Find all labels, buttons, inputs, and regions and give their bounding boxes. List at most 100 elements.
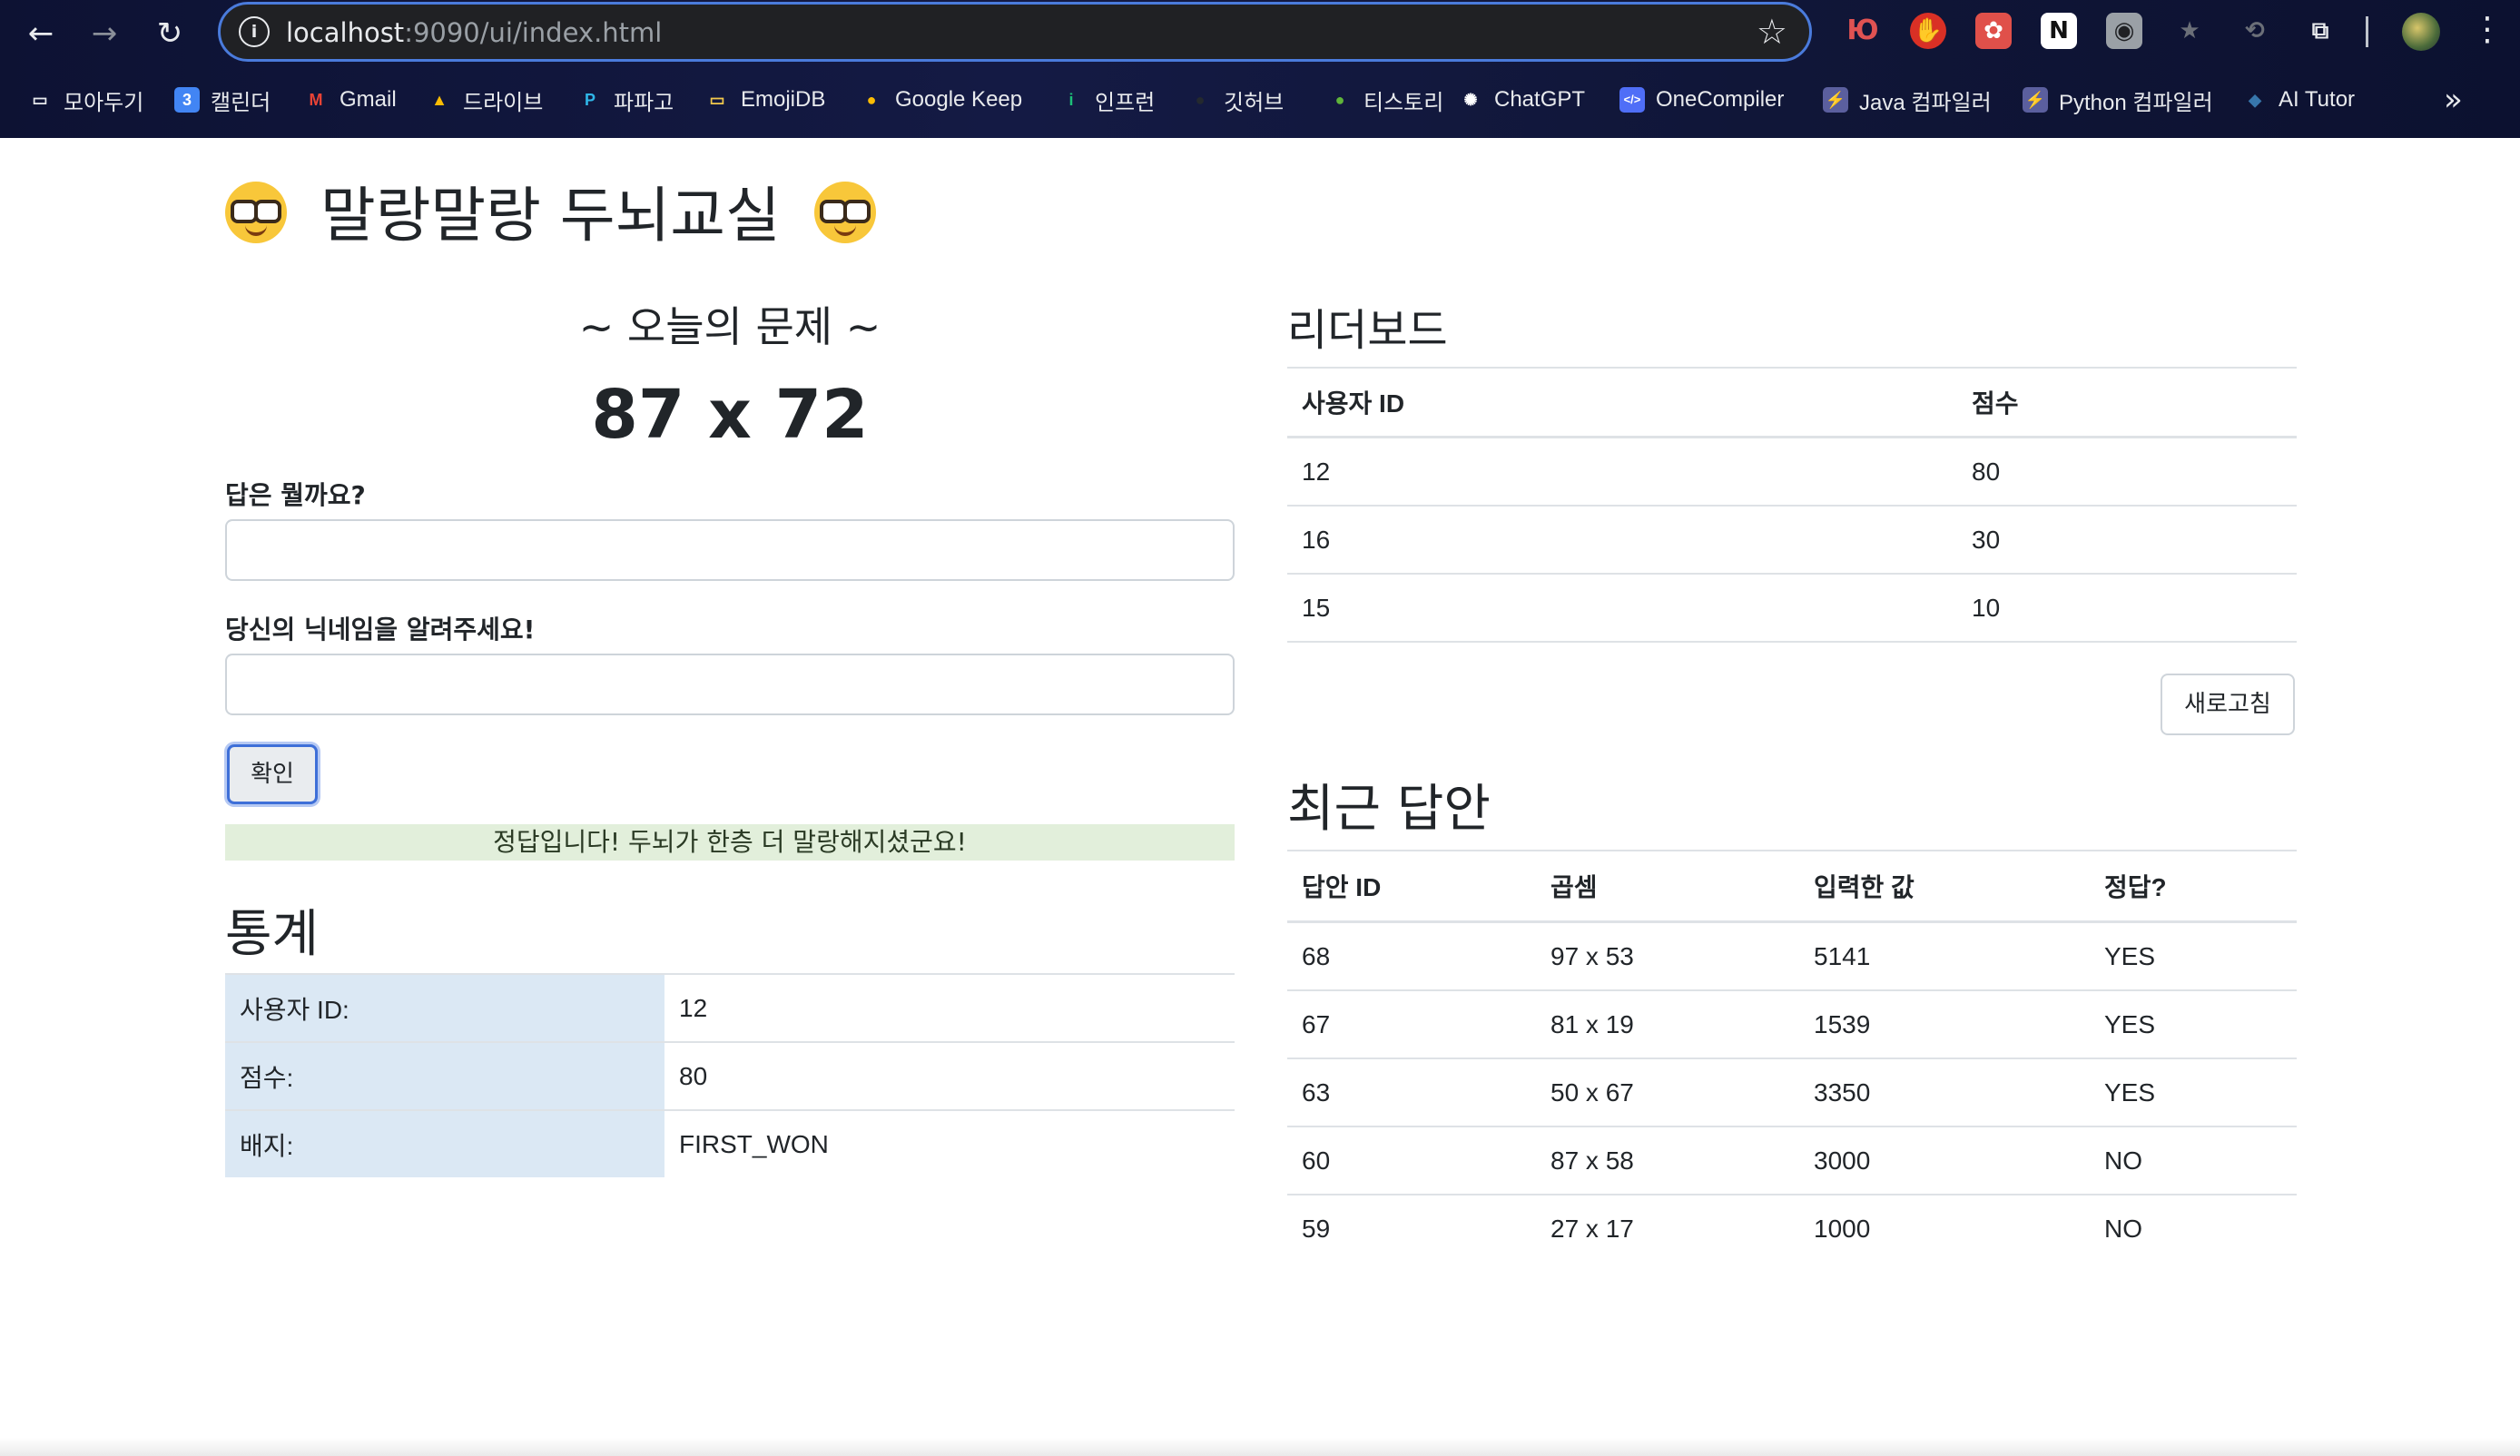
gmail-icon: M [309,91,323,109]
input-value-cell: 1539 [1799,990,2090,1059]
bookmark-star-icon[interactable]: ☆ [1757,12,1787,52]
bookmark-label: Gmail [340,87,397,112]
frog-icon: ● [1334,91,1345,109]
bookmark-item[interactable]: ▭ EmojiDB [704,84,825,116]
recent-answers-table: 답안 ID 곱셈 입력한 값 정답? 68 97 x 53 5141 YES 6… [1287,850,2297,1262]
reload-icon[interactable]: ↻ [147,11,192,56]
python-icon: ◆ [2249,91,2261,109]
bookmark-label: Google Keep [895,87,1023,112]
bookmark-item[interactable]: ⚡ Java 컴파일러 [1823,84,1992,116]
multiplication-cell: 97 x 53 [1536,921,1799,991]
bookmark-item[interactable]: P 파파고 [577,84,674,116]
bookmark-label: Java 컴파일러 [1859,90,1992,115]
bookmark-label: 인프런 [1095,90,1156,115]
url-text[interactable]: localhost:9090/ui/index.html [286,17,662,48]
bookmark-item[interactable]: ▲ 드라이브 [427,84,543,116]
bookmark-item[interactable]: ● 깃허브 [1187,84,1285,116]
bookmark-item[interactable]: </> OneCompiler [1619,84,1784,116]
bolt-icon: ⚡ [2023,87,2048,113]
bookmark-item[interactable]: ▭ 모아두기 [27,84,143,116]
inflearn-icon: i [1068,91,1074,109]
bookmark-item[interactable]: ◆ AI Tutor [2242,84,2355,116]
problem-expression: 87 x 72 [591,376,869,454]
nerd-face-icon [813,182,876,243]
papago-icon: P [584,91,596,109]
leaderboard-heading: 리더보드 [1287,305,1448,356]
star-extension-icon[interactable]: ★ [2171,13,2208,49]
nerd-face-icon [225,182,287,243]
profile-avatar[interactable] [2402,13,2440,51]
bookmark-item[interactable]: M Gmail [303,84,397,116]
table-row: 12 80 [1287,437,2297,507]
extension-hand-icon[interactable]: ✋ [1910,13,1946,49]
calendar-icon: 3 [174,87,200,113]
stats-row: 배지: FIRST_WON [225,1109,1235,1177]
correct-cell: YES [2090,990,2297,1059]
camera-icon[interactable]: ◉ [2106,13,2142,49]
table-row: 68 97 x 53 5141 YES [1287,921,2297,991]
correct-cell: YES [2090,921,2297,991]
stats-value: FIRST_WON [664,1109,1235,1177]
bookmarks-bar: ▭ 모아두기 3 캘린더 M Gmail ▲ 드라이브 P 파파고 ▭ EmojiDB ● Google … [0,76,2520,123]
table-row: 59 27 x 17 1000 NO [1287,1195,2297,1262]
puzzle-extensions-icon[interactable]: ⧉ [2302,13,2338,49]
table-header-row: 사용자 ID 점수 [1287,367,2297,438]
url-host: localhost [286,17,405,48]
multiplication-cell: 87 x 58 [1536,1126,1799,1195]
stats-key: 배지: [225,1109,664,1177]
extension-pattern-icon[interactable]: ✿ [1975,13,2012,49]
score-cell: 30 [1957,506,2297,575]
extension-yo-icon[interactable]: Ю [1845,13,1881,49]
bookmark-item[interactable]: ● Google Keep [859,84,1023,116]
url-path: :9090/ui/index.html [404,17,663,48]
stats-key: 점수: [225,1041,664,1110]
table-row: 16 30 [1287,506,2297,575]
answer-id-cell: 67 [1287,990,1536,1059]
user-id-cell: 16 [1287,506,1957,575]
stats-key: 사용자 ID: [225,973,664,1042]
nickname-input[interactable] [225,654,1235,715]
column-header: 사용자 ID [1287,367,1957,438]
kebab-menu-icon[interactable]: ⋮ [2471,11,2504,48]
stats-value: 12 [664,973,1235,1042]
notion-icon[interactable]: N [2041,13,2077,49]
bookmark-item[interactable]: ● 티스토리 [1327,84,1444,116]
input-value-cell: 3000 [1799,1126,2090,1195]
bolt-icon: ⚡ [1823,87,1848,113]
bookmark-label: 파파고 [614,90,674,115]
bookmark-label: 드라이브 [463,90,544,115]
user-id-cell: 15 [1287,574,1957,643]
correct-cell: NO [2104,1214,2142,1243]
stats-heading: 통계 [225,905,320,964]
confirm-button[interactable]: 확인 [227,744,318,804]
table-row: 15 10 [1287,574,2297,643]
page-title-text: 말랑말랑 두뇌교실 [320,181,781,251]
address-bar[interactable]: i localhost:9090/ui/index.html ☆ [218,2,1812,62]
site-info-icon[interactable]: i [239,16,270,47]
more-bookmarks-icon[interactable]: » [2444,82,2463,118]
github-icon: ● [1195,91,1206,109]
forward-arrow-icon[interactable]: → [82,11,127,56]
bookmark-item[interactable]: 3 캘린더 [174,84,271,116]
bookmark-item[interactable]: ✺ ChatGPT [1458,84,1585,116]
score-cell: 80 [1957,437,2297,507]
column-header: 정답? [2090,850,2297,923]
toolbar-divider [2366,16,2368,47]
keep-icon: ● [866,91,877,109]
folder-icon: ▭ [32,91,48,109]
answer-input[interactable] [225,519,1235,581]
input-value-cell: 3350 [1799,1058,2090,1127]
bookmark-label: EmojiDB [741,87,826,112]
code-icon: </> [1619,87,1645,113]
bookmark-item[interactable]: ⚡ Python 컴파일러 [2023,84,2213,116]
back-arrow-icon[interactable]: ← [18,11,64,56]
sync-extension-icon[interactable]: ⟲ [2237,13,2273,49]
page-title: 말랑말랑 두뇌교실 [225,167,876,254]
stats-value: 80 [664,1041,1235,1110]
refresh-button[interactable]: 새로고침 [2161,674,2295,735]
user-id-cell: 12 [1287,437,1957,507]
bookmark-label: 모아두기 [64,90,144,115]
answer-id-cell: 59 [1302,1214,1331,1243]
bookmark-item[interactable]: i 인프런 [1058,84,1155,116]
nickname-label: 당신의 닉네임을 알려주세요! [225,615,536,644]
